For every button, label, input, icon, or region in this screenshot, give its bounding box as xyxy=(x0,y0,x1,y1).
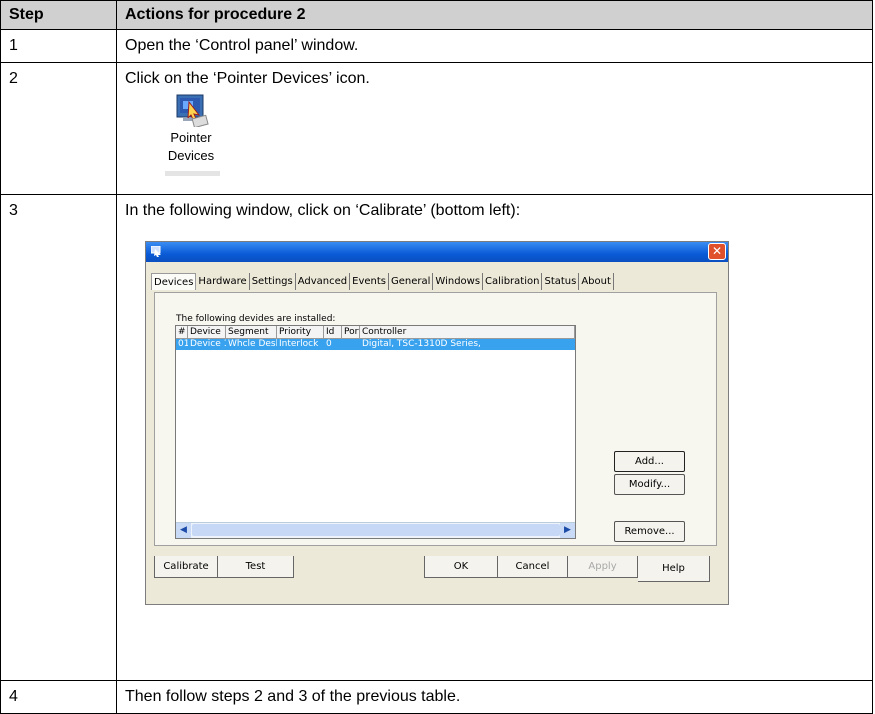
column-header[interactable]: # xyxy=(176,326,188,338)
step-text: Click on the ‘Pointer Devices’ icon. xyxy=(125,70,370,87)
tab-general[interactable]: General xyxy=(389,273,434,290)
scroll-thumb[interactable] xyxy=(192,524,560,536)
devices-list[interactable]: #DeviceSegmentPriorityIdPortController 0… xyxy=(175,325,576,539)
step-text: In the following window, click on ‘Calib… xyxy=(125,202,521,219)
devices-caption: The following devides are installed: xyxy=(176,314,336,324)
header-step: Step xyxy=(0,0,117,30)
tab-hardware[interactable]: Hardware xyxy=(196,273,250,290)
remove-button[interactable]: Remove... xyxy=(614,521,685,542)
list-cell: 0 xyxy=(326,339,332,349)
icon-underline xyxy=(165,171,220,176)
tab-calibration[interactable]: Calibration xyxy=(483,273,543,290)
column-header[interactable]: Id xyxy=(324,326,342,338)
list-cell: Device 1 xyxy=(190,339,226,349)
scroll-right-icon[interactable]: ▶ xyxy=(560,523,575,538)
step-number: 3 xyxy=(0,194,117,681)
scroll-left-icon[interactable]: ◀ xyxy=(176,523,191,538)
column-header[interactable]: Port xyxy=(342,326,360,338)
devices-panel: The following devides are installed: # De… xyxy=(154,292,717,546)
tab-devices[interactable]: Devices xyxy=(151,273,197,290)
tab-status[interactable]: Status xyxy=(542,273,580,290)
list-cell: Whcle Desktop xyxy=(228,339,277,349)
app-icon xyxy=(151,246,161,257)
apply-button[interactable]: Apply xyxy=(568,556,638,578)
tab-settings[interactable]: Settings xyxy=(250,273,296,290)
column-header[interactable]: Device xyxy=(188,326,226,338)
table-header-row: Step Actions for procedure 2 xyxy=(0,0,873,30)
step-number: 1 xyxy=(0,29,117,63)
header-actions: Actions for procedure 2 xyxy=(116,0,873,30)
step-number: 4 xyxy=(0,680,117,714)
table-row: 1 Open the ‘Control panel’ window. xyxy=(0,29,873,63)
procedure-table: Step Actions for procedure 2 1 Open the … xyxy=(0,0,873,714)
pointer-devices-dialog: ✕ Devices Hardware Settings Advanced Events G… xyxy=(145,241,729,605)
column-header[interactable]: Segment xyxy=(226,326,277,338)
list-cell: Digital, TSC-1310D Series, xyxy=(362,339,481,349)
help-button[interactable]: Help xyxy=(638,556,710,582)
ok-button[interactable]: OK xyxy=(424,556,498,578)
list-header: #DeviceSegmentPriorityIdPortController xyxy=(176,326,575,339)
list-cell: 01 xyxy=(178,339,188,349)
pointer-devices-icon[interactable]: Pointer Devices xyxy=(155,93,235,185)
tab-about[interactable]: About xyxy=(579,273,614,290)
tab-windows[interactable]: Windows xyxy=(433,273,484,290)
close-icon[interactable]: ✕ xyxy=(708,243,726,260)
step-text: Open the ‘Control panel’ window. xyxy=(116,29,873,63)
step-number: 2 xyxy=(0,62,117,195)
calibrate-button[interactable]: Calibrate xyxy=(154,556,218,578)
cancel-button[interactable]: Cancel xyxy=(498,556,568,578)
table-row: 4 Then follow steps 2 and 3 of the previ… xyxy=(0,680,873,714)
icon-label: Pointer Devices xyxy=(167,130,215,163)
table-row: 2 Click on the ‘Pointer Devices’ icon. P… xyxy=(0,62,873,195)
column-header[interactable]: Controller xyxy=(360,326,575,338)
tab-advanced[interactable]: Advanced xyxy=(296,273,351,290)
tab-events[interactable]: Events xyxy=(350,273,389,290)
horizontal-scrollbar[interactable]: ◀ ▶ xyxy=(176,522,575,538)
add-button[interactable]: Add... xyxy=(614,451,685,472)
step-text: Then follow steps 2 and 3 of the previou… xyxy=(116,680,873,714)
test-button[interactable]: Test xyxy=(218,556,294,578)
step-content: In the following window, click on ‘Calib… xyxy=(116,194,873,681)
title-bar: ✕ xyxy=(146,242,728,262)
step-content: Click on the ‘Pointer Devices’ icon. Poi… xyxy=(116,62,873,195)
table-row: 3 In the following window, click on ‘Cal… xyxy=(0,194,873,681)
tab-strip: Devices Hardware Settings Advanced Events Gen… xyxy=(151,273,614,290)
monitor-pointer-icon xyxy=(176,94,209,127)
list-cell: Interlock xyxy=(279,339,319,349)
modify-button[interactable]: Modify... xyxy=(614,474,685,495)
column-header[interactable]: Priority xyxy=(277,326,324,338)
list-item[interactable]: 01Device 1Whcle DesktopInterlock 0 Digital… xyxy=(176,339,575,350)
list-cell xyxy=(342,339,360,350)
